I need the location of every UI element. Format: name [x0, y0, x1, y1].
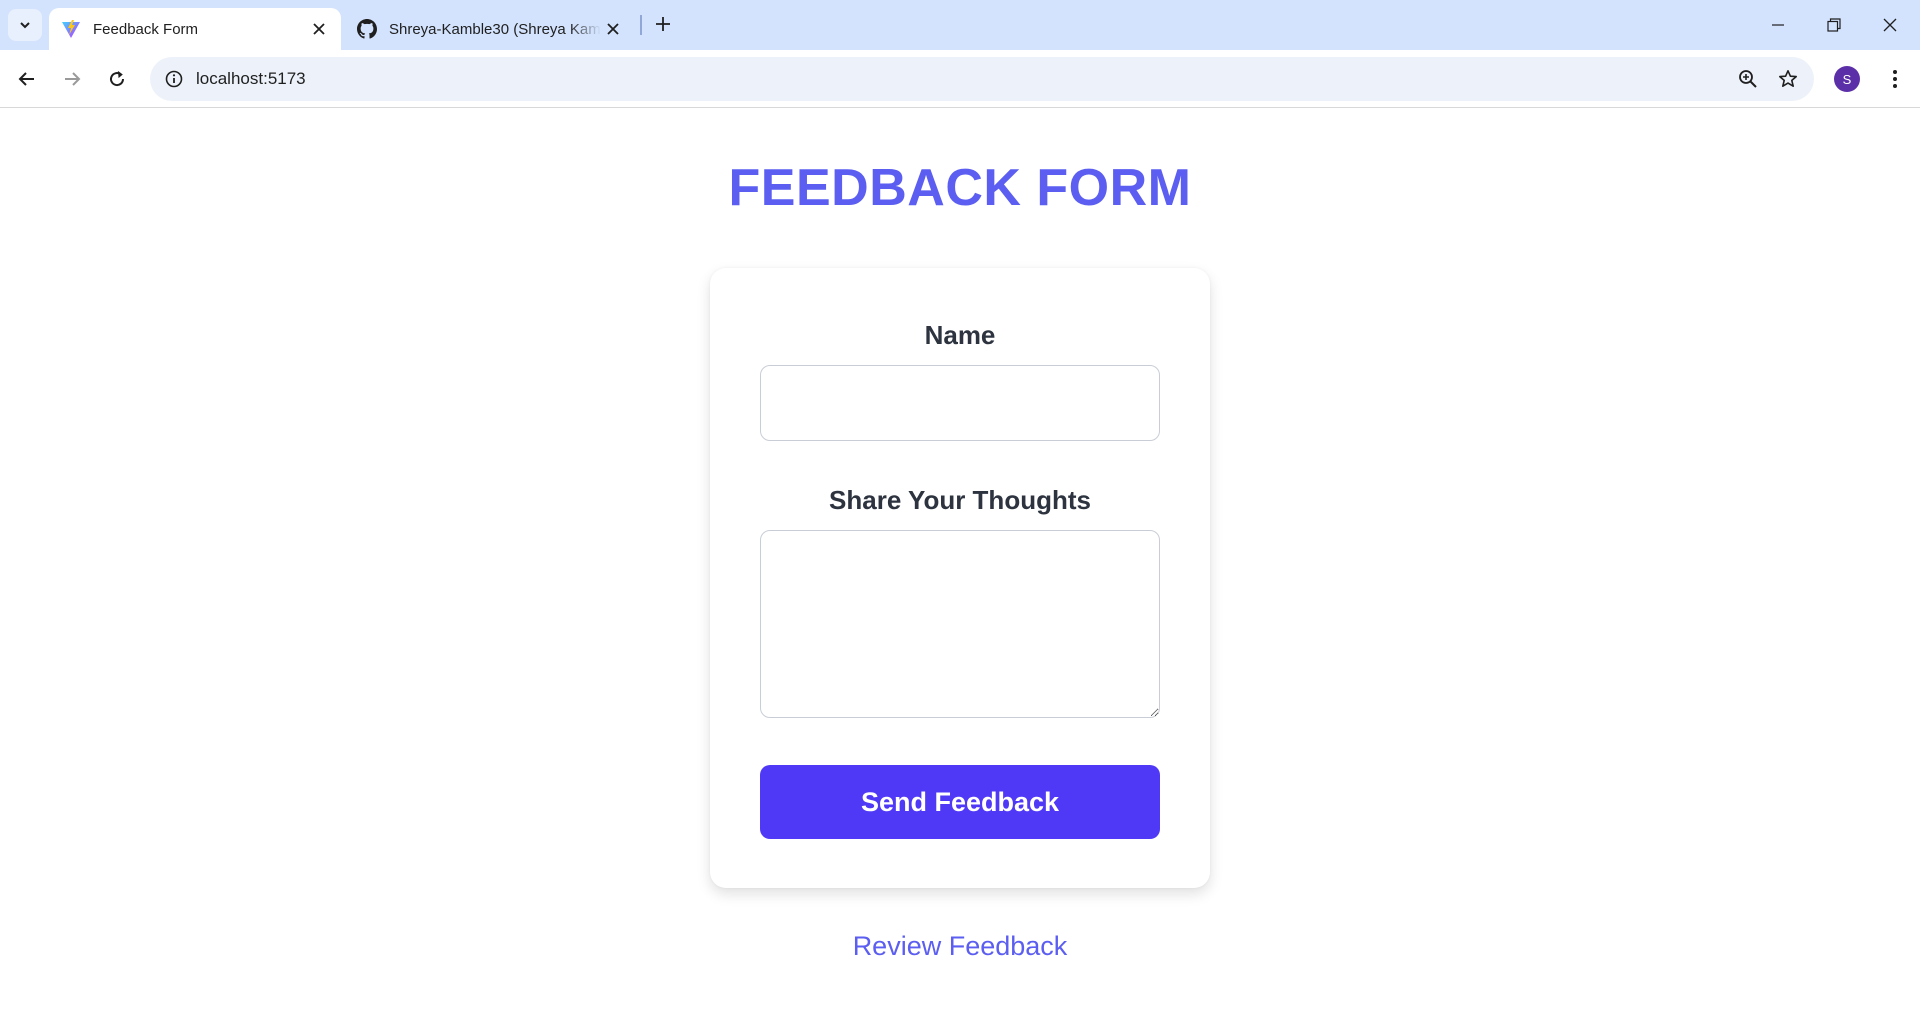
- name-input[interactable]: [760, 365, 1160, 441]
- restore-icon: [1827, 18, 1841, 32]
- reload-icon: [110, 71, 125, 87]
- plus-icon: [656, 17, 670, 31]
- site-info-icon[interactable]: [160, 65, 188, 93]
- close-window-button[interactable]: [1862, 0, 1918, 50]
- minimize-icon: [1772, 24, 1784, 26]
- forward-button[interactable]: [55, 62, 89, 96]
- profile-avatar[interactable]: S: [1834, 66, 1860, 92]
- tab-title: Feedback Form: [93, 20, 199, 38]
- page-title: FEEDBACK FORM: [728, 159, 1192, 217]
- review-feedback-link[interactable]: Review Feedback: [0, 931, 1920, 962]
- thoughts-textarea[interactable]: [760, 530, 1160, 718]
- feedback-form-card: Name Share Your Thoughts Send Feedback: [710, 268, 1210, 888]
- vite-logo-icon: [61, 19, 81, 39]
- reload-button[interactable]: [100, 62, 134, 96]
- tab-github-profile[interactable]: Shreya-Kamble30 (Shreya Kamble): [345, 8, 635, 50]
- new-tab-button[interactable]: [650, 11, 676, 37]
- back-button[interactable]: [10, 62, 44, 96]
- bookmark-star-icon[interactable]: [1774, 65, 1802, 93]
- github-icon: [357, 19, 377, 39]
- more-vertical-icon: [1893, 70, 1897, 88]
- minimize-button[interactable]: [1750, 0, 1806, 50]
- browser-toolbar: localhost:5173 S: [0, 50, 1920, 108]
- chevron-down-icon: [20, 22, 30, 29]
- restore-button[interactable]: [1806, 0, 1862, 50]
- address-bar[interactable]: localhost:5173: [150, 57, 1814, 101]
- zoom-icon[interactable]: [1734, 65, 1762, 93]
- tab-strip: Feedback Form Shreya-Kamble30 (Shreya Ka…: [0, 0, 1920, 50]
- name-label: Name: [924, 320, 996, 350]
- tab-feedback-form[interactable]: Feedback Form: [49, 8, 341, 50]
- thoughts-label: Share Your Thoughts: [829, 485, 1091, 515]
- url-text[interactable]: localhost:5173: [196, 69, 306, 89]
- close-tab-icon[interactable]: [601, 17, 625, 41]
- tab-search-button[interactable]: [8, 9, 42, 41]
- close-tab-icon[interactable]: [307, 17, 331, 41]
- close-icon: [1883, 18, 1897, 32]
- tab-separator: [640, 15, 642, 35]
- arrow-right-icon: [65, 72, 81, 86]
- arrow-left-icon: [18, 72, 34, 86]
- tab-title: Shreya-Kamble30 (Shreya Kamble): [389, 20, 601, 38]
- browser-menu-button[interactable]: [1880, 64, 1910, 94]
- send-feedback-button[interactable]: Send Feedback: [760, 765, 1160, 839]
